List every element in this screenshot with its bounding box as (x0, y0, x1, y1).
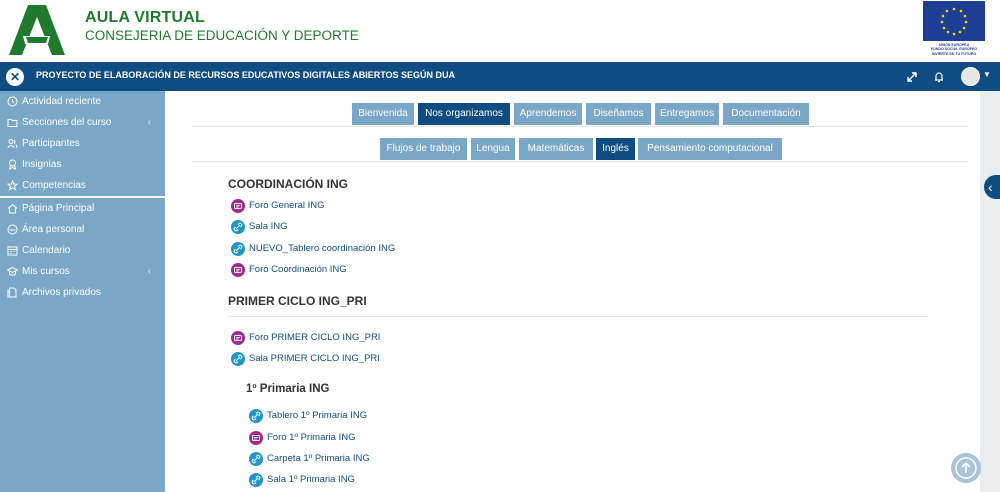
link-icon (231, 220, 245, 234)
sidebar-item-label: Página Principal (22, 203, 95, 214)
tab-bienvenida[interactable]: Bienvenida (352, 103, 414, 125)
sidebar: Actividad reciente Secciones del curso ‹… (0, 91, 165, 492)
graduation-cap-icon (7, 266, 18, 276)
sidebar-item-label: Insignias (22, 159, 62, 170)
sidebar-item-calendario[interactable]: Calendario (0, 240, 165, 261)
sidebar-item-insignias[interactable]: Insignias (0, 154, 165, 175)
sidebar-item-area-personal[interactable]: Área personal (0, 219, 165, 240)
folder-icon (7, 119, 18, 127)
site-subtitle: CONSEJERIA DE EDUCACIÓN Y DEPORTE (85, 28, 359, 43)
sidebar-item-label: Actividad reciente (22, 96, 101, 107)
sidebar-item-pagina-principal[interactable]: Página Principal (0, 198, 165, 219)
section-title: COORDINACIÓN ING (228, 177, 348, 191)
tab-matematicas[interactable]: Matemáticas (519, 138, 593, 160)
tab-nos-organizamos[interactable]: Nos organizamos (418, 103, 510, 125)
resource-label: Tablero 1º Primaria ING (267, 410, 368, 421)
close-drawer-button[interactable]: ✕ (6, 68, 24, 86)
section-title: PRIMER CICLO ING_PRI (228, 294, 367, 308)
clock-icon (7, 96, 18, 107)
link-icon (249, 409, 263, 423)
sidebar-item-participantes[interactable]: Participantes (0, 133, 165, 154)
calendar-icon (7, 246, 18, 256)
tabs-divider (193, 161, 968, 162)
users-icon (7, 139, 18, 149)
resource-label: NUEVO_Tablero coordinación ING (249, 243, 396, 254)
resource-label: Sala ING (249, 221, 288, 232)
eu-logo: UNIÓN EUROPEA FONDO SOCIAL EUROPEO INVIE… (923, 1, 985, 56)
resource-label: Foro General ING (249, 200, 325, 211)
section-divider (228, 316, 928, 317)
sidebar-item-label: Área personal (22, 224, 85, 235)
junta-andalucia-logo (9, 5, 65, 55)
sidebar-item-archivos-privados[interactable]: Archivos privados (0, 282, 165, 303)
tab-disenamos[interactable]: Diseñamos (586, 103, 651, 125)
tabs-divider (193, 126, 968, 127)
tab-ingles[interactable]: Inglés (596, 138, 635, 160)
forum-icon (231, 331, 245, 345)
chevron-left-icon: ‹ (147, 266, 151, 277)
link-icon (249, 473, 263, 487)
right-gutter (980, 91, 1000, 492)
sidebar-item-label: Mis cursos (22, 266, 70, 277)
resource-label: Sala PRIMER CICLO ING_PRI (249, 353, 380, 364)
tab-pensamiento-computacional[interactable]: Pensamiento computacional (638, 138, 782, 160)
tab-entregamos[interactable]: Entregamos (655, 103, 719, 125)
forum-icon (231, 199, 245, 213)
eu-text-line-2: FONDO SOCIAL EUROPEO (930, 47, 978, 52)
fullscreen-icon[interactable] (903, 68, 921, 86)
forum-icon (231, 263, 245, 277)
forum-icon (249, 431, 263, 445)
badge-icon (8, 159, 17, 170)
link-icon (231, 242, 245, 256)
sidebar-item-label: Competencias (22, 180, 86, 191)
resource-label: Sala 1º Primaria ING (267, 474, 355, 485)
home-icon (7, 203, 18, 214)
back-to-top-button[interactable] (951, 453, 981, 483)
subsection-title: 1º Primaria ING (246, 383, 330, 395)
tab-documentacion[interactable]: Documentación (723, 103, 809, 125)
tab-lengua[interactable]: Lengua (471, 138, 515, 160)
tab-flujos-de-trabajo[interactable]: Flujos de trabajo (380, 138, 467, 160)
user-avatar[interactable] (961, 67, 980, 86)
chevron-left-icon: ‹ (988, 179, 993, 195)
sidebar-item-label: Participantes (22, 138, 80, 149)
bell-icon[interactable] (930, 68, 948, 86)
top-navbar: ✕ PROYECTO DE ELABORACIÓN DE RECURSOS ED… (0, 62, 1000, 91)
file-icon (7, 287, 17, 298)
link-icon (249, 452, 263, 466)
star-icon (7, 180, 18, 191)
sidebar-item-competencias[interactable]: Competencias (0, 175, 165, 196)
resource-label: Foro Coordinación ING (249, 264, 347, 275)
resource-label: Carpeta 1º Primaria ING (267, 453, 370, 464)
resource-label: Foro PRIMER CICLO ING_PRI (249, 332, 381, 343)
sidebar-item-actividad-reciente[interactable]: Actividad reciente (0, 91, 165, 112)
user-menu-caret-icon[interactable]: ▼ (983, 70, 991, 79)
sidebar-item-mis-cursos[interactable]: Mis cursos ‹ (0, 261, 165, 282)
chevron-left-icon: ‹ (147, 117, 151, 128)
arrow-up-icon (955, 457, 977, 479)
sidebar-item-label: Secciones del curso (22, 117, 112, 128)
course-title[interactable]: PROYECTO DE ELABORACIÓN DE RECURSOS EDUC… (36, 70, 455, 80)
site-title: AULA VIRTUAL (85, 9, 206, 26)
site-header: AULA VIRTUAL CONSEJERIA DE EDUCACIÓN Y D… (0, 0, 1000, 62)
eu-text-line-3: INVIERTE EN TU FUTURO (931, 51, 977, 56)
resource-label: Foro 1º Primaria ING (267, 432, 356, 443)
sidebar-item-label: Calendario (22, 245, 71, 256)
dashboard-icon (7, 224, 18, 235)
eu-flag-icon (923, 1, 985, 41)
sidebar-item-secciones[interactable]: Secciones del curso ‹ (0, 112, 165, 133)
tab-aprendemos[interactable]: Aprendemos (514, 103, 582, 125)
link-icon (231, 352, 245, 366)
sidebar-item-label: Archivos privados (22, 287, 101, 298)
